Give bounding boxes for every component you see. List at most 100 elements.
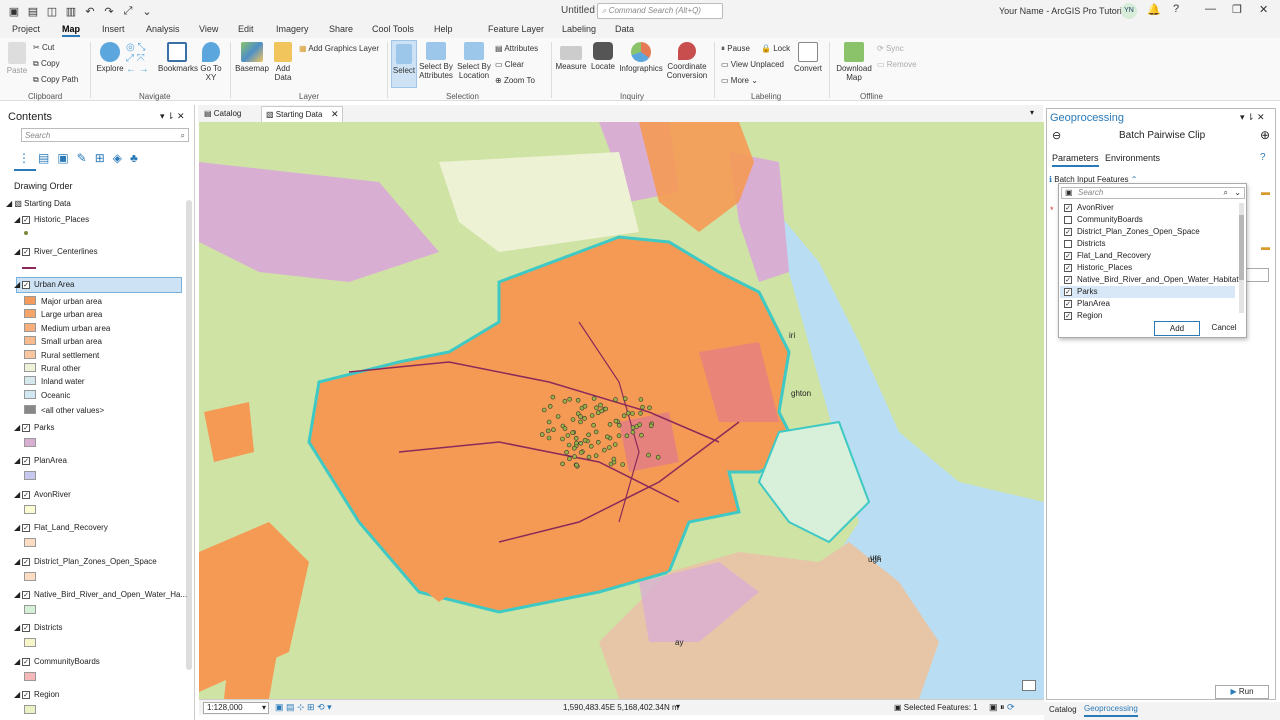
- command-search[interactable]: ⌕ Command Search (Alt+Q): [597, 3, 723, 19]
- tab-dropdown-icon[interactable]: ▾: [1030, 108, 1034, 117]
- layer-checkbox[interactable]: ✓: [22, 248, 30, 256]
- restore-icon[interactable]: ❐: [1232, 3, 1242, 16]
- map-view[interactable]: iri ghton ugh urs ay: [199, 122, 1044, 699]
- pane-controls-icon[interactable]: ▾ ⇂ ✕: [160, 111, 185, 122]
- layer-name[interactable]: District_Plan_Zones_Open_Space: [34, 557, 157, 566]
- tab-view[interactable]: View: [199, 24, 218, 34]
- layer-row[interactable]: ◢: [14, 490, 20, 499]
- new-icon[interactable]: ▥: [65, 5, 77, 18]
- lock-button[interactable]: 🔒 Lock: [761, 44, 790, 53]
- layer-row[interactable]: ◢: [14, 557, 20, 566]
- starting-data-tab[interactable]: ▧ Starting Data ✕: [261, 106, 343, 122]
- add-data-button[interactable]: Add Data: [270, 42, 296, 82]
- layer-name[interactable]: Native_Bird_River_and_Open_Water_Ha...: [34, 590, 187, 599]
- layer-name[interactable]: Region: [34, 690, 59, 699]
- redo-icon[interactable]: ↷: [103, 5, 115, 18]
- feature-list-item[interactable]: ✓ PlanArea: [1060, 298, 1235, 310]
- tab-environments[interactable]: Environments: [1105, 153, 1160, 163]
- layer-name[interactable]: CommunityBoards: [34, 657, 100, 666]
- basemap-button[interactable]: Basemap: [235, 42, 269, 73]
- select-by-attributes-button[interactable]: Select By Attributes: [419, 42, 453, 80]
- scrollbar[interactable]: [1239, 203, 1244, 313]
- feature-list-item[interactable]: CommunityBoards: [1060, 214, 1235, 226]
- map-overview-icon[interactable]: [1022, 680, 1036, 691]
- attributes-button[interactable]: ▤ Attributes: [495, 44, 538, 53]
- close-icon[interactable]: ✕: [1259, 3, 1268, 16]
- layer-name[interactable]: Urban Area: [34, 280, 74, 289]
- tab-labeling[interactable]: Labeling: [562, 24, 596, 34]
- layer-row[interactable]: ◢: [14, 215, 20, 224]
- scrollbar[interactable]: [186, 200, 192, 670]
- layer-name[interactable]: River_Centerlines: [34, 247, 98, 256]
- item-checkbox[interactable]: ✓: [1064, 204, 1072, 212]
- convert-button[interactable]: Convert: [793, 42, 823, 73]
- layer-checkbox[interactable]: ✓: [22, 281, 30, 289]
- scrollbar-thumb[interactable]: [1239, 215, 1244, 280]
- layer-name[interactable]: AvonRiver: [34, 490, 71, 499]
- undo-icon[interactable]: ↶: [84, 5, 96, 18]
- minimize-icon[interactable]: —: [1205, 3, 1216, 15]
- go-to-xy-button[interactable]: Go To XY: [199, 42, 223, 82]
- pane-controls-icon[interactable]: ▾ ⇂ ✕: [1240, 112, 1265, 123]
- open-icon[interactable]: ▤: [27, 5, 39, 18]
- measure-button[interactable]: Measure: [555, 42, 587, 71]
- layer-checkbox[interactable]: ✓: [22, 424, 30, 432]
- contents-search[interactable]: Search ⌕: [21, 128, 189, 142]
- feature-list-item[interactable]: ✓ AvonRiver: [1060, 202, 1235, 214]
- tab-help[interactable]: Help: [434, 24, 453, 34]
- sync-button[interactable]: ⟳ Sync: [877, 44, 904, 53]
- item-checkbox[interactable]: [1064, 216, 1072, 224]
- feature-list-item[interactable]: ✓ Historic_Places: [1060, 262, 1235, 274]
- geoprocessing-bottom-tab[interactable]: Geoprocessing: [1084, 704, 1138, 717]
- add-graphics-layer-button[interactable]: ▦ Add Graphics Layer: [299, 44, 379, 53]
- feature-list-item[interactable]: ✓ Flat_Land_Recovery: [1060, 250, 1235, 262]
- bookmarks-button[interactable]: Bookmarks: [158, 42, 198, 73]
- layer-name[interactable]: Flat_Land_Recovery: [34, 523, 108, 532]
- coordinate-conversion-button[interactable]: Coordinate Conversion: [665, 42, 709, 80]
- navigate-small-icons[interactable]: ◎ ⤡ ⤢ ⤧ ← →: [126, 42, 149, 75]
- tab-map[interactable]: Map: [62, 24, 80, 37]
- bell-icon[interactable]: 🔔: [1147, 3, 1161, 16]
- more-button[interactable]: ▭ More ⌄: [721, 76, 758, 85]
- copy-path-button[interactable]: ⧉ Copy Path: [33, 75, 78, 85]
- feature-list-item[interactable]: ✓ Native_Bird_River_and_Open_Water_Habita…: [1060, 274, 1239, 286]
- download-map-button[interactable]: Download Map: [834, 42, 874, 82]
- avatar[interactable]: YN: [1121, 3, 1137, 19]
- tab-analysis[interactable]: Analysis: [146, 24, 180, 34]
- copy-button[interactable]: ⧉ Copy: [33, 59, 60, 69]
- tab-imagery[interactable]: Imagery: [276, 24, 309, 34]
- catalog-view-tab[interactable]: ▤ Catalog: [204, 109, 241, 118]
- layer-name[interactable]: PlanArea: [34, 456, 67, 465]
- back-icon[interactable]: ⊖: [1052, 129, 1061, 142]
- save-icon[interactable]: ◫: [46, 5, 58, 18]
- layer-row[interactable]: ◢: [14, 247, 20, 256]
- layer-row[interactable]: ◢: [14, 456, 20, 465]
- infographics-button[interactable]: Infographics: [619, 42, 663, 73]
- feature-list-item[interactable]: ✓ Parks: [1060, 286, 1235, 298]
- browse-folder-icon[interactable]: ▬: [1261, 242, 1270, 252]
- paste-button[interactable]: Paste: [6, 42, 28, 75]
- layer-checkbox[interactable]: ✓: [22, 624, 30, 633]
- locate-button[interactable]: Locate: [589, 42, 617, 71]
- tab-edit[interactable]: Edit: [238, 24, 254, 34]
- pause-button[interactable]: ⏸ Pause: [721, 44, 750, 54]
- layer-checkbox[interactable]: ✓: [22, 524, 30, 533]
- add-button[interactable]: Add: [1154, 321, 1200, 336]
- status-toolbar-icons[interactable]: ▣ ▤ ⊹ ⊞ ⟲ ▾: [275, 702, 332, 713]
- layer-name[interactable]: Parks: [34, 423, 54, 432]
- scale-selector[interactable]: 1:128,000 ▾: [203, 702, 269, 714]
- item-checkbox[interactable]: ✓: [1064, 288, 1072, 296]
- contents-toolbar-icons[interactable]: ⋮▤▣✎⊞◈♣: [18, 151, 146, 165]
- add-icon[interactable]: ⊕: [1260, 128, 1270, 142]
- tab-share[interactable]: Share: [329, 24, 353, 34]
- layer-row[interactable]: ◢: [14, 623, 20, 632]
- layer-row[interactable]: ◢: [14, 657, 20, 666]
- layer-checkbox[interactable]: ✓: [22, 216, 30, 224]
- customize-icon[interactable]: ⌄: [141, 5, 153, 18]
- layer-row[interactable]: ◢: [14, 590, 20, 599]
- chevron-down-icon[interactable]: ⌄: [1234, 188, 1241, 197]
- refresh-icon[interactable]: ⟳: [1007, 702, 1015, 712]
- feature-list-item[interactable]: ✓ District_Plan_Zones_Open_Space: [1060, 226, 1235, 238]
- feature-list-item[interactable]: Districts: [1060, 238, 1235, 250]
- run-button[interactable]: ▶ Run: [1215, 685, 1269, 699]
